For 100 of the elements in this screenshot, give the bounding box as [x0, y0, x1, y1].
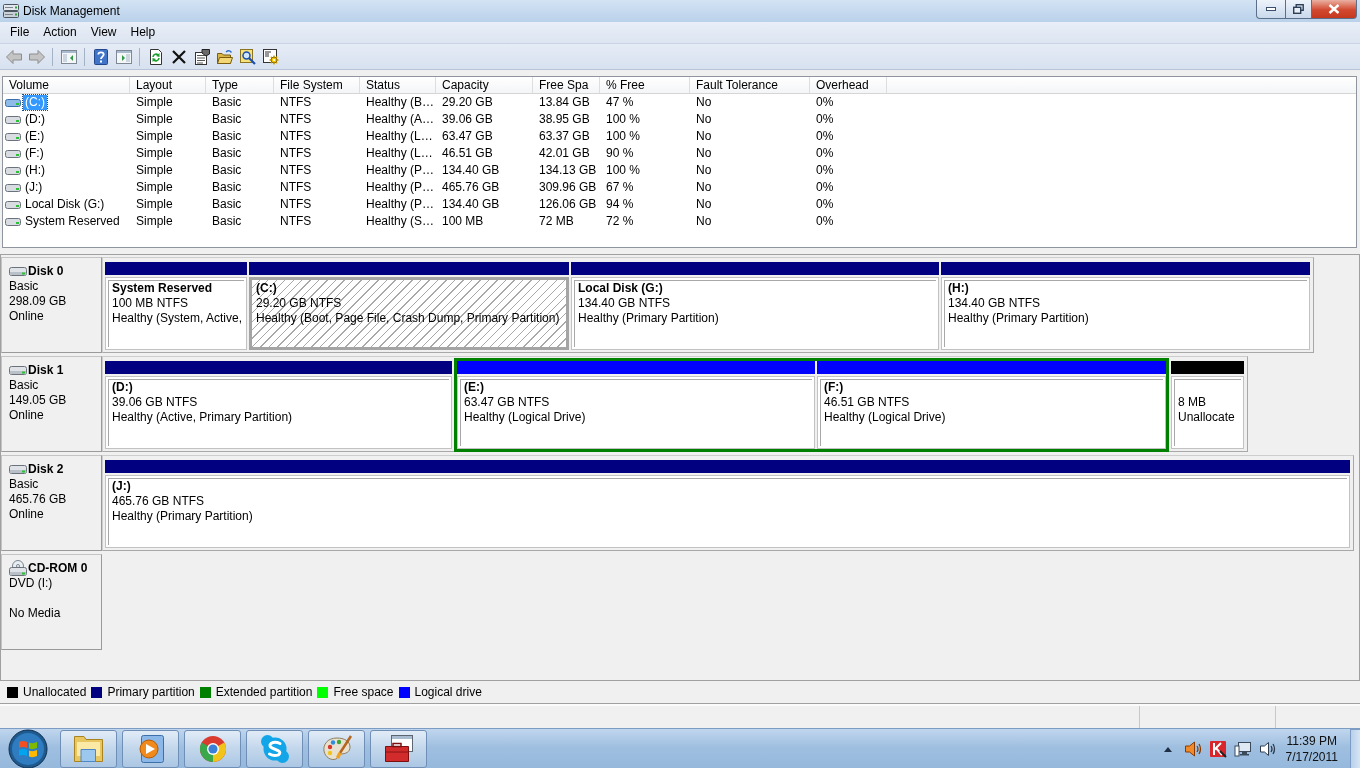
- partition-panel[interactable]: (C:) 29.20 GB NTFS Healthy (Boot, Page File, Crash Dump, Primary Partition): [249, 277, 569, 350]
- start-orb-icon[interactable]: [8, 729, 48, 768]
- drive-icon: [5, 165, 21, 176]
- folder-icon[interactable]: [72, 735, 105, 763]
- partition-status: Healthy (Primary Partition): [948, 311, 1090, 326]
- table-cell-text: Basic: [211, 179, 243, 196]
- partition-label: System Reserved: [112, 281, 214, 296]
- menu-item[interactable]: Help: [123, 23, 163, 42]
- partition-status: Healthy (Logical Drive): [464, 410, 587, 425]
- table-cell-text: Simple: [135, 196, 174, 213]
- list-item[interactable]: Local Disk (G:): [23, 197, 107, 212]
- clock-time[interactable]: 11:39 PM: [1286, 733, 1337, 749]
- table-cell-text: 72 %: [605, 213, 635, 230]
- table-cell-text: 465.76 GB: [441, 179, 501, 196]
- column-header[interactable]: % Free: [600, 77, 690, 93]
- table-cell-text: 0%: [815, 94, 835, 111]
- table-cell-text: Healthy (S…: [365, 213, 436, 230]
- menu-item[interactable]: File: [3, 23, 37, 42]
- minimize-icon[interactable]: [1266, 7, 1276, 11]
- table-cell-text: 134.13 GB: [538, 162, 598, 179]
- k-logo-icon[interactable]: [1208, 740, 1227, 758]
- s-curve-logo-icon[interactable]: [259, 734, 290, 764]
- partition-panel[interactable]: (J:) 465.76 GB NTFS Healthy (Primary Partition): [105, 475, 1350, 548]
- close-button[interactable]: [1312, 0, 1357, 19]
- close-icon[interactable]: [1328, 4, 1340, 14]
- disk-status: Online: [9, 507, 45, 522]
- table-cell-text: Healthy (L…: [365, 145, 434, 162]
- partition-panel[interactable]: Local Disk (G:) 134.40 GB NTFS Healthy (Primary Partition): [571, 277, 939, 350]
- legend-label: Primary partition: [107, 685, 195, 699]
- minimize-button[interactable]: [1256, 0, 1286, 19]
- partition-panel[interactable]: 8 MB Unallocate: [1171, 376, 1244, 449]
- table-cell-text: 309.96 GB: [538, 179, 598, 196]
- list-item[interactable]: (H:): [23, 163, 47, 178]
- network-icon[interactable]: [1233, 740, 1252, 758]
- table-cell-text: Simple: [135, 128, 174, 145]
- partition-label: (D:): [112, 380, 134, 395]
- list-item[interactable]: (D:): [23, 112, 47, 127]
- table-cell-text: 39.06 GB: [441, 111, 494, 128]
- table-cell-text: 42.01 GB: [538, 145, 591, 162]
- partition-size: 134.40 GB NTFS: [578, 296, 672, 311]
- tricolor-circle-icon[interactable]: [198, 735, 227, 763]
- menu-item[interactable]: Action: [36, 23, 84, 42]
- table-cell-text: Healthy (B…: [365, 94, 436, 111]
- speaker-icon[interactable]: [1183, 740, 1202, 758]
- table-cell-text: 0%: [815, 111, 835, 128]
- table-cell-text: 29.20 GB: [441, 94, 494, 111]
- restore-button[interactable]: [1286, 0, 1312, 19]
- toolbox-icon[interactable]: [383, 735, 414, 763]
- list-item[interactable]: (E:): [23, 129, 47, 144]
- partition-status: Healthy (Primary Partition): [112, 509, 254, 524]
- table-cell-text: No: [695, 145, 713, 162]
- table-cell-text: 63.47 GB: [441, 128, 494, 145]
- table-cell-text: Basic: [211, 94, 243, 111]
- column-header[interactable]: Capacity: [436, 77, 533, 93]
- column-header[interactable]: File System: [274, 77, 360, 93]
- partition-panel[interactable]: System Reserved 100 MB NTFS Healthy (System, Active,: [105, 277, 247, 350]
- table-cell-text: No: [695, 111, 713, 128]
- table-cell-text: 38.95 GB: [538, 111, 591, 128]
- partition-label: (H:): [948, 281, 970, 296]
- list-item[interactable]: System Reserved: [23, 214, 122, 229]
- partition-panel[interactable]: (F:) 46.51 GB NTFS Healthy (Logical Drive): [817, 376, 1166, 449]
- table-cell-text: NTFS: [279, 128, 313, 145]
- cd-drive-icon: [9, 560, 27, 576]
- column-header[interactable]: Volume: [3, 77, 130, 93]
- column-header[interactable]: Overhead: [810, 77, 887, 93]
- table-cell-text: NTFS: [279, 179, 313, 196]
- partition-panel[interactable]: (H:) 134.40 GB NTFS Healthy (Primary Partition): [941, 277, 1310, 350]
- table-cell-text: Basic: [211, 213, 243, 230]
- menu-item[interactable]: View: [83, 23, 124, 42]
- taskbar-button[interactable]: [370, 730, 427, 768]
- drive-icon: [5, 114, 21, 125]
- disk-type: Basic: [9, 378, 40, 393]
- disk-status: Online: [9, 309, 45, 324]
- table-cell-text: No: [695, 179, 713, 196]
- column-header[interactable]: Status: [360, 77, 436, 93]
- restore-icon[interactable]: [1293, 4, 1304, 14]
- column-header[interactable]: Free Spa: [533, 77, 600, 93]
- list-item[interactable]: (F:): [23, 146, 46, 161]
- partition-label: (E:): [464, 380, 485, 395]
- legend-label: Extended partition: [215, 685, 313, 699]
- caret-up-icon[interactable]: [1163, 746, 1172, 752]
- legend-label: Free space: [333, 685, 394, 699]
- partition-panel[interactable]: (E:) 63.47 GB NTFS Healthy (Logical Drive): [457, 376, 815, 449]
- clock-date[interactable]: 7/17/2011: [1285, 749, 1338, 765]
- partition-panel[interactable]: (D:) 39.06 GB NTFS Healthy (Active, Primary Partition): [105, 376, 452, 449]
- disk-name: CD-ROM 0: [28, 561, 88, 575]
- table-cell-text: Healthy (P…: [365, 162, 436, 179]
- table-cell-text: 13.84 GB: [538, 94, 591, 111]
- column-header[interactable]: Type: [206, 77, 274, 93]
- palette-icon[interactable]: [321, 735, 352, 763]
- table-cell-text: 100 %: [605, 111, 642, 128]
- play-icon[interactable]: [137, 735, 164, 763]
- partition-size: 8 MB: [1178, 395, 1207, 410]
- partition-status: Healthy (Primary Partition): [578, 311, 720, 326]
- column-header[interactable]: Fault Tolerance: [690, 77, 810, 93]
- drive-icon: [5, 148, 21, 159]
- list-item[interactable]: (J:): [23, 180, 45, 195]
- volume-icon[interactable]: [1258, 740, 1277, 758]
- column-header[interactable]: Layout: [130, 77, 206, 93]
- partition-status: Healthy (System, Active,: [112, 311, 244, 326]
